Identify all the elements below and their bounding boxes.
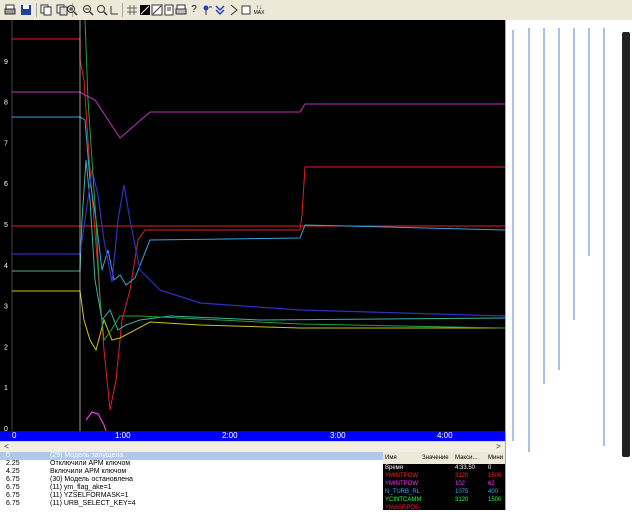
x-tick-3: 3:00	[330, 431, 346, 440]
variable-row[interactable]: N_TURB_RL 1075 400	[383, 488, 505, 496]
var-max: 4:33.50	[455, 465, 476, 471]
toolbar: ? ↑↓ MAX	[0, 0, 632, 21]
var-min: 400	[488, 489, 499, 495]
x-tick-0: 0	[12, 431, 17, 440]
y-tick-label: 3	[4, 304, 8, 311]
header-max[interactable]: Макси...	[455, 452, 477, 464]
var-name: N_TURB_RL	[385, 489, 421, 495]
bars-panel	[505, 20, 632, 510]
var-name: YMASRPOS	[385, 505, 420, 510]
log-message: (11) URB_SELECT_KEY=4	[50, 500, 136, 507]
scroll-left-icon[interactable]: <	[1, 442, 12, 452]
y-tick-label: 5	[4, 222, 8, 229]
copy-icon[interactable]	[38, 2, 54, 18]
log-time: 2.25	[6, 460, 20, 467]
y-tick-label: 1	[4, 385, 8, 392]
variable-row[interactable]: YMASRPOS	[383, 504, 505, 510]
x-tick-1: 1:00	[115, 431, 131, 440]
y-tick-label: 8	[4, 100, 8, 107]
variables-header: Имя Значение Макси... Мини	[383, 452, 505, 464]
cursor-icon[interactable]	[106, 2, 122, 18]
x-tick-4: 4:00	[437, 431, 453, 440]
max-button[interactable]: ↑↓ MAX	[251, 2, 267, 18]
y-tick-label: 2	[4, 344, 8, 351]
log-time: 4.25	[6, 468, 20, 475]
x-tick-2: 2:00	[222, 431, 238, 440]
log-time: 0	[6, 452, 10, 459]
var-max: 3120	[455, 497, 469, 503]
var-min: 1500	[488, 473, 502, 479]
var-name: YMINTPOW	[385, 473, 418, 479]
series-line	[12, 38, 505, 411]
var-name: Время	[385, 465, 404, 471]
series-line	[12, 116, 506, 286]
print-icon[interactable]	[2, 2, 18, 18]
scroll-right-icon[interactable]: >	[493, 442, 504, 452]
variable-row[interactable]: Время 4:33.50 0	[383, 464, 505, 472]
log-row[interactable]: 2.25 Отключили АРМ ключом	[0, 460, 383, 468]
y-tick-label: 9	[4, 59, 8, 66]
log-row[interactable]: 6.75 (30) Модель остановлена	[0, 476, 383, 484]
series-line	[12, 290, 505, 352]
series-line	[85, 411, 107, 432]
var-name: YMINTPOW	[385, 481, 418, 487]
horizontal-scrollbar[interactable]: < >	[0, 441, 505, 452]
x-axis: 0 1:00 2:00 3:00 4:00	[0, 431, 505, 441]
log-row[interactable]: 4.25 Включили АРМ ключом	[0, 468, 383, 476]
log-message: Отключили АРМ ключом	[50, 460, 131, 467]
var-name: YCINTCAMM	[385, 497, 422, 503]
header-name[interactable]: Имя	[385, 452, 397, 464]
bar-indicators	[512, 28, 605, 452]
variable-row[interactable]: YCINTCAMM 3120 1500	[383, 496, 505, 504]
variable-row[interactable]: YMINTPOW 3120 1500	[383, 472, 505, 480]
log-time: 6.75	[6, 476, 20, 483]
header-value[interactable]: Значение	[422, 452, 449, 464]
log-row[interactable]: 6.75 (11) YZSELFORMASK=1	[0, 492, 383, 500]
variable-row[interactable]: YMINTPOW 102 62	[383, 480, 505, 488]
trend-chart[interactable]: 0123456789	[0, 19, 506, 433]
save-icon[interactable]	[18, 2, 34, 18]
log-row[interactable]: 6.75 (11) URB_SELECT_KEY=4	[0, 500, 383, 508]
log-message: (11) YZSELFORMASK=1	[50, 492, 129, 499]
plot-area[interactable]: 0123456789	[0, 19, 506, 433]
y-tick-label: 6	[4, 181, 8, 188]
var-min: 62	[488, 481, 495, 487]
var-max: 3120	[455, 473, 469, 479]
log-time: 6.75	[6, 484, 20, 491]
log-time: 6.75	[6, 492, 20, 499]
var-min: 0	[488, 465, 492, 471]
var-max: 1075	[455, 489, 469, 495]
header-min[interactable]: Мини	[488, 452, 503, 464]
y-tick-label: 4	[4, 263, 8, 270]
log-message: Включили АРМ ключом	[50, 468, 127, 475]
log-message: (29) Модель запущена	[50, 452, 124, 459]
y-tick-label: 7	[4, 140, 8, 147]
zoom-in-icon[interactable]	[64, 2, 80, 18]
log-message: (30) Модель остановлена	[50, 476, 133, 483]
log-row[interactable]: 6.75 (11) ym_flag_ake=1	[0, 484, 383, 492]
log-message: (11) ym_flag_ake=1	[50, 484, 112, 491]
log-row[interactable]: 0 (29) Модель запущена	[0, 452, 383, 460]
scrollbar-thumb[interactable]	[622, 32, 630, 457]
event-log[interactable]: 0 (29) Модель запущена 2.25 Отключили АРМ …	[0, 452, 383, 510]
series-line	[12, 159, 506, 331]
variables-table[interactable]: Имя Значение Макси... Мини Время 4:33.50 0…	[383, 452, 505, 510]
series-line	[12, 169, 506, 317]
var-max: 102	[455, 481, 466, 487]
var-min: 1500	[488, 497, 502, 503]
series-line	[84, 19, 506, 342]
log-time: 6.75	[6, 500, 20, 507]
